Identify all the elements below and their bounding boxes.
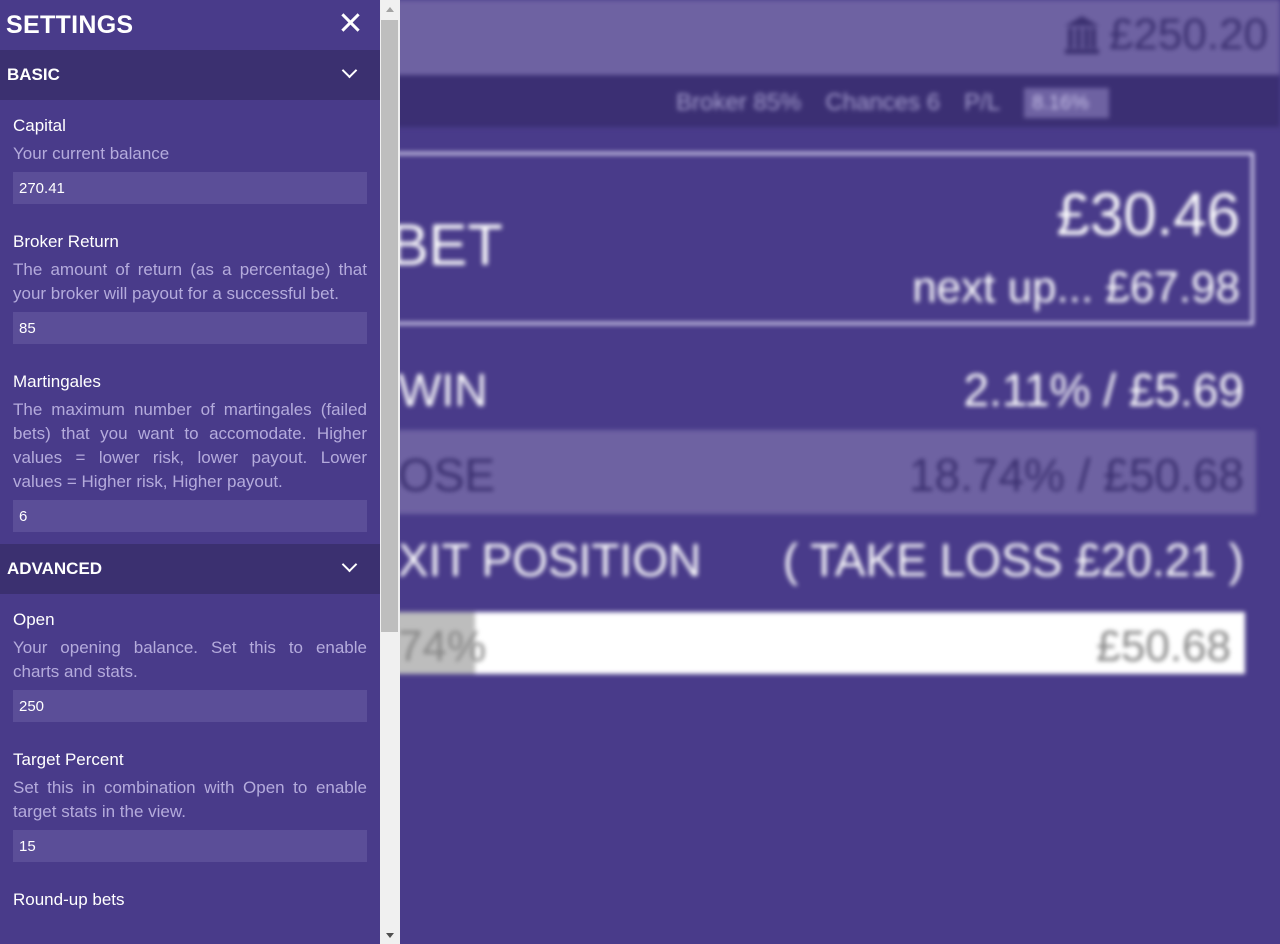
bank-icon (1064, 16, 1099, 54)
lose-value: 18.74% / £50.68 (908, 449, 1244, 501)
broker-return-input[interactable] (13, 312, 367, 344)
target-percent-input[interactable] (13, 830, 367, 862)
open-input[interactable] (13, 690, 367, 722)
pl-label: P/L (964, 89, 1001, 116)
settings-title: SETTINGS (6, 11, 134, 39)
win-value: 2.11% / £5.69 (963, 364, 1244, 416)
section-basic-title: BASIC (7, 65, 60, 84)
capital-label: Capital (13, 116, 66, 135)
exit-label: XIT POSITION (398, 534, 702, 586)
chevron-down-icon[interactable] (341, 62, 358, 79)
open-description: Your opening balance. Set this to enable… (13, 638, 367, 681)
lose-row: OSE 18.74% / £50.68 (370, 430, 1256, 514)
capital-field: Capital Your current balance (0, 100, 380, 216)
martingales-description: The maximum number of martingales (faile… (13, 400, 367, 491)
broker-return-description: The amount of return (as a percentage) t… (13, 260, 367, 303)
scroll-down-arrow-icon[interactable] (386, 933, 394, 938)
progress-amount: £50.68 (1096, 622, 1231, 671)
capital-input[interactable] (13, 172, 367, 204)
bet-label: BET (390, 213, 503, 278)
broker-stat: Broker 85% (676, 89, 802, 116)
section-advanced-title: ADVANCED (7, 559, 103, 578)
target-percent-field: Target Percent Set this in combination w… (0, 734, 380, 874)
win-row: WIN 2.11% / £5.69 (370, 345, 1256, 429)
exit-position-row[interactable]: XIT POSITION ( TAKE LOSS £20.21 ) (370, 515, 1256, 599)
bet-next-up: next up... £67.98 (912, 263, 1240, 312)
settings-scrollbar[interactable] (380, 0, 400, 944)
pl-value: 8.16% (1024, 88, 1109, 118)
section-advanced-header[interactable]: ADVANCED (0, 544, 380, 594)
settings-header: SETTINGS (0, 0, 380, 50)
win-label: WIN (398, 364, 488, 416)
balance-display: £250.20 (1064, 10, 1268, 60)
scrollbar-thumb[interactable] (381, 20, 398, 632)
martingales-field: Martingales The maximum number of martin… (0, 356, 380, 544)
target-percent-label: Target Percent (13, 750, 124, 769)
broker-return-label: Broker Return (13, 232, 119, 251)
target-percent-description: Set this in combination with Open to ena… (13, 778, 367, 821)
chances-stat: Chances 6 (825, 89, 941, 116)
round-up-label: Round-up bets (13, 890, 125, 909)
settings-panel: SETTINGS BASIC Capital Your current bala… (0, 0, 380, 944)
balance-value: £250.20 (1108, 10, 1268, 59)
scroll-up-arrow-icon[interactable] (386, 7, 394, 12)
stats-summary: Broker 85% Chances 6 P/L 8.16% (676, 88, 1109, 118)
martingales-input[interactable] (13, 500, 367, 532)
open-label: Open (13, 610, 55, 629)
open-field: Open Your opening balance. Set this to e… (0, 594, 380, 734)
round-up-field: Round-up bets (0, 874, 380, 924)
capital-description: Your current balance (13, 144, 170, 163)
chevron-down-icon[interactable] (341, 556, 358, 573)
section-basic-header[interactable]: BASIC (0, 50, 380, 100)
progress-percent: 74% (398, 622, 487, 671)
martingales-label: Martingales (13, 372, 101, 391)
broker-return-field: Broker Return The amount of return (as a… (0, 216, 380, 356)
bet-amount: £30.46 (1056, 181, 1240, 248)
close-icon[interactable] (340, 12, 360, 32)
loss-progress-bar: 74% £50.68 (370, 612, 1245, 674)
lose-label: OSE (398, 449, 496, 501)
exit-value: ( TAKE LOSS £20.21 ) (782, 534, 1244, 586)
